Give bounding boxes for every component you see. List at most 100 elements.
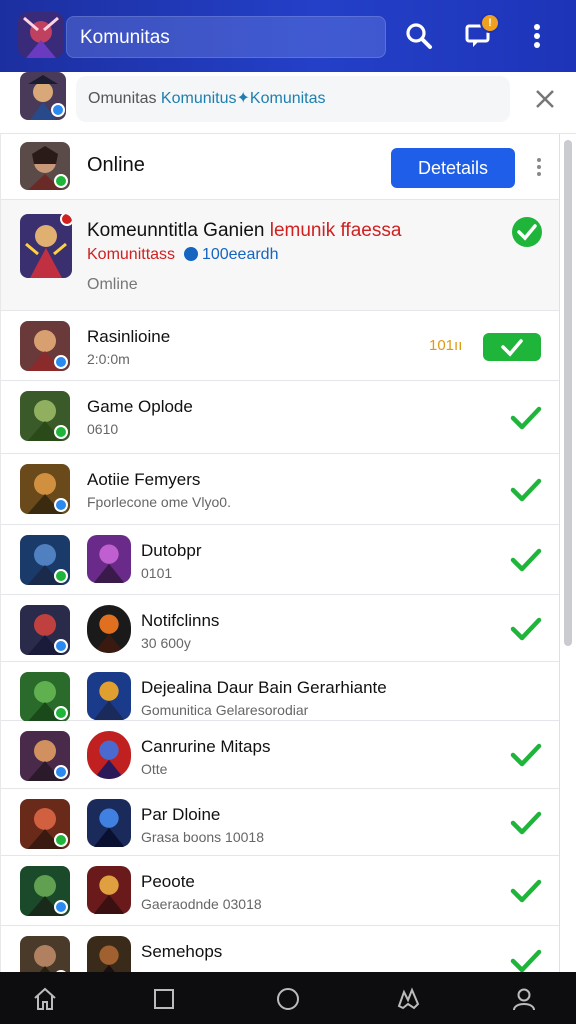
more-vert-icon (537, 158, 541, 176)
list-item[interactable]: Peoote Gaeraodnde 03018 (1, 856, 559, 926)
profile-icon (513, 988, 535, 1011)
search-suggestion-row[interactable]: Omunitas Komunitus✦Komunitas (0, 72, 576, 134)
item-title: Semehops (141, 942, 223, 961)
item-secondary-avatar (87, 936, 131, 972)
close-icon (536, 90, 554, 108)
check-circle-icon (512, 217, 542, 247)
suggestion-avatar (20, 72, 66, 120)
community-list[interactable]: Online Detetails Komeunntitla Ganien lem… (0, 134, 560, 972)
list-item[interactable]: Dejealina Daur Bain Gerarhiante Gomunitic… (1, 662, 559, 722)
item-title: Game Oplode (87, 397, 193, 416)
item-avatar (20, 731, 70, 781)
nav-home[interactable] (32, 986, 58, 1012)
list-item[interactable]: Notifclinns 30 600y (1, 595, 559, 662)
item-extra: 101ıı (429, 337, 463, 354)
list-item[interactable]: Par Dloine Grasa boons 10018 (1, 789, 559, 856)
online-header-row: Online Detetails (1, 134, 559, 200)
item-secondary-avatar (87, 731, 131, 779)
item-subtitle: Gomunitica Gelaresorodiar (141, 702, 309, 718)
item-check[interactable] (509, 947, 543, 972)
check-icon (510, 478, 542, 502)
item-secondary-avatar (87, 799, 131, 847)
item-avatar (20, 866, 70, 916)
search-input[interactable]: Komunitas (66, 16, 386, 58)
notification-badge: ! (480, 13, 500, 33)
item-title: Dejealina Daur Bain Gerarhiante (141, 678, 387, 697)
nav-gesture[interactable] (396, 986, 422, 1012)
home-icon (34, 987, 56, 1010)
item-check[interactable] (509, 476, 543, 504)
item-toggle[interactable] (483, 333, 541, 361)
scrollbar[interactable] (564, 140, 572, 646)
item-secondary-avatar (87, 866, 131, 914)
item-check[interactable] (509, 741, 543, 769)
details-button[interactable]: Detetails (391, 148, 515, 188)
item-secondary-avatar (87, 672, 131, 720)
check-icon (510, 548, 542, 572)
item-title: Aotiie Femyers (87, 470, 201, 489)
item-avatar (20, 672, 70, 722)
circle-icon (277, 988, 299, 1010)
featured-status: Omline (87, 276, 138, 293)
item-title: Canrurine Mitaps (141, 737, 271, 756)
square-icon (154, 989, 174, 1009)
item-avatar (20, 605, 70, 655)
chat-button[interactable]: ! (462, 13, 500, 52)
item-title: Notifclinns (141, 611, 220, 630)
list-item[interactable]: Game Oplode 0610 (1, 381, 559, 454)
item-secondary-avatar (87, 605, 131, 653)
nav-recents[interactable] (151, 986, 177, 1012)
check-icon (510, 811, 542, 835)
row-more-button[interactable] (535, 156, 545, 180)
item-subtitle: Fporlecone ome Vlyo0. (87, 494, 231, 510)
item-check[interactable] (509, 546, 543, 574)
list-item[interactable]: Semehops (1, 926, 559, 972)
item-check[interactable] (509, 877, 543, 905)
suggestion-text[interactable]: Omunitas Komunitus✦Komunitas (76, 76, 510, 122)
item-check[interactable] (509, 404, 543, 432)
item-avatar (20, 464, 70, 514)
featured-line2-blue: 100eeardh (201, 246, 279, 263)
online-avatar[interactable] (20, 142, 70, 190)
list-item[interactable]: Aotiie Femyers Fporlecone ome Vlyo0. (1, 454, 559, 525)
item-check[interactable] (509, 615, 543, 643)
nav-home-circle[interactable] (275, 986, 301, 1012)
featured-status-check (511, 216, 543, 248)
check-icon (510, 743, 542, 767)
check-icon (501, 339, 523, 357)
verified-icon (183, 247, 198, 261)
list-item[interactable]: Dutobpr 0101 (1, 525, 559, 595)
item-avatar (20, 936, 70, 972)
featured-community-row[interactable]: Komeunntitla Ganien lemunik ffaessa Komu… (1, 200, 559, 311)
item-title: Rasinlioine (87, 327, 171, 346)
nav-profile[interactable] (511, 986, 537, 1012)
close-suggestion-button[interactable] (530, 84, 560, 114)
check-icon (510, 406, 542, 430)
item-avatar (20, 799, 70, 849)
app-avatar[interactable] (18, 12, 64, 58)
list-item[interactable]: Rasinlioine 2:0:0m 101ıı (1, 311, 559, 381)
list-item[interactable]: Canrurine Mitaps Otte (1, 721, 559, 789)
item-subtitle: Gaeraodnde 03018 (141, 896, 262, 912)
gesture-icon (397, 987, 420, 1010)
bottom-navigation (0, 972, 576, 1024)
featured-line2-red: Komunittass (87, 246, 176, 263)
overflow-menu-button[interactable] (522, 20, 552, 52)
check-icon (510, 617, 542, 641)
item-title: Peoote (141, 872, 195, 891)
search-button[interactable] (403, 20, 435, 52)
item-title: Par Dloine (141, 805, 221, 824)
featured-title-black: Komeunntitla Ganien (87, 220, 265, 241)
item-subtitle: 2:0:0m (87, 351, 130, 367)
suggestion-text-highlight: Komunitus✦Komunitas (160, 90, 326, 107)
featured-title: Komeunntitla Ganien lemunik ffaessa (87, 220, 401, 242)
check-icon (510, 949, 542, 972)
item-avatar (20, 535, 70, 585)
featured-avatar (20, 214, 72, 278)
featured-title-red: lemunik ffaessa (269, 220, 402, 241)
item-check[interactable] (509, 809, 543, 837)
item-subtitle: 30 600y (141, 635, 191, 651)
item-subtitle: Grasa boons 10018 (141, 829, 264, 845)
suggestion-text-plain: Omunitas (88, 90, 157, 107)
item-subtitle: 0610 (87, 421, 119, 437)
